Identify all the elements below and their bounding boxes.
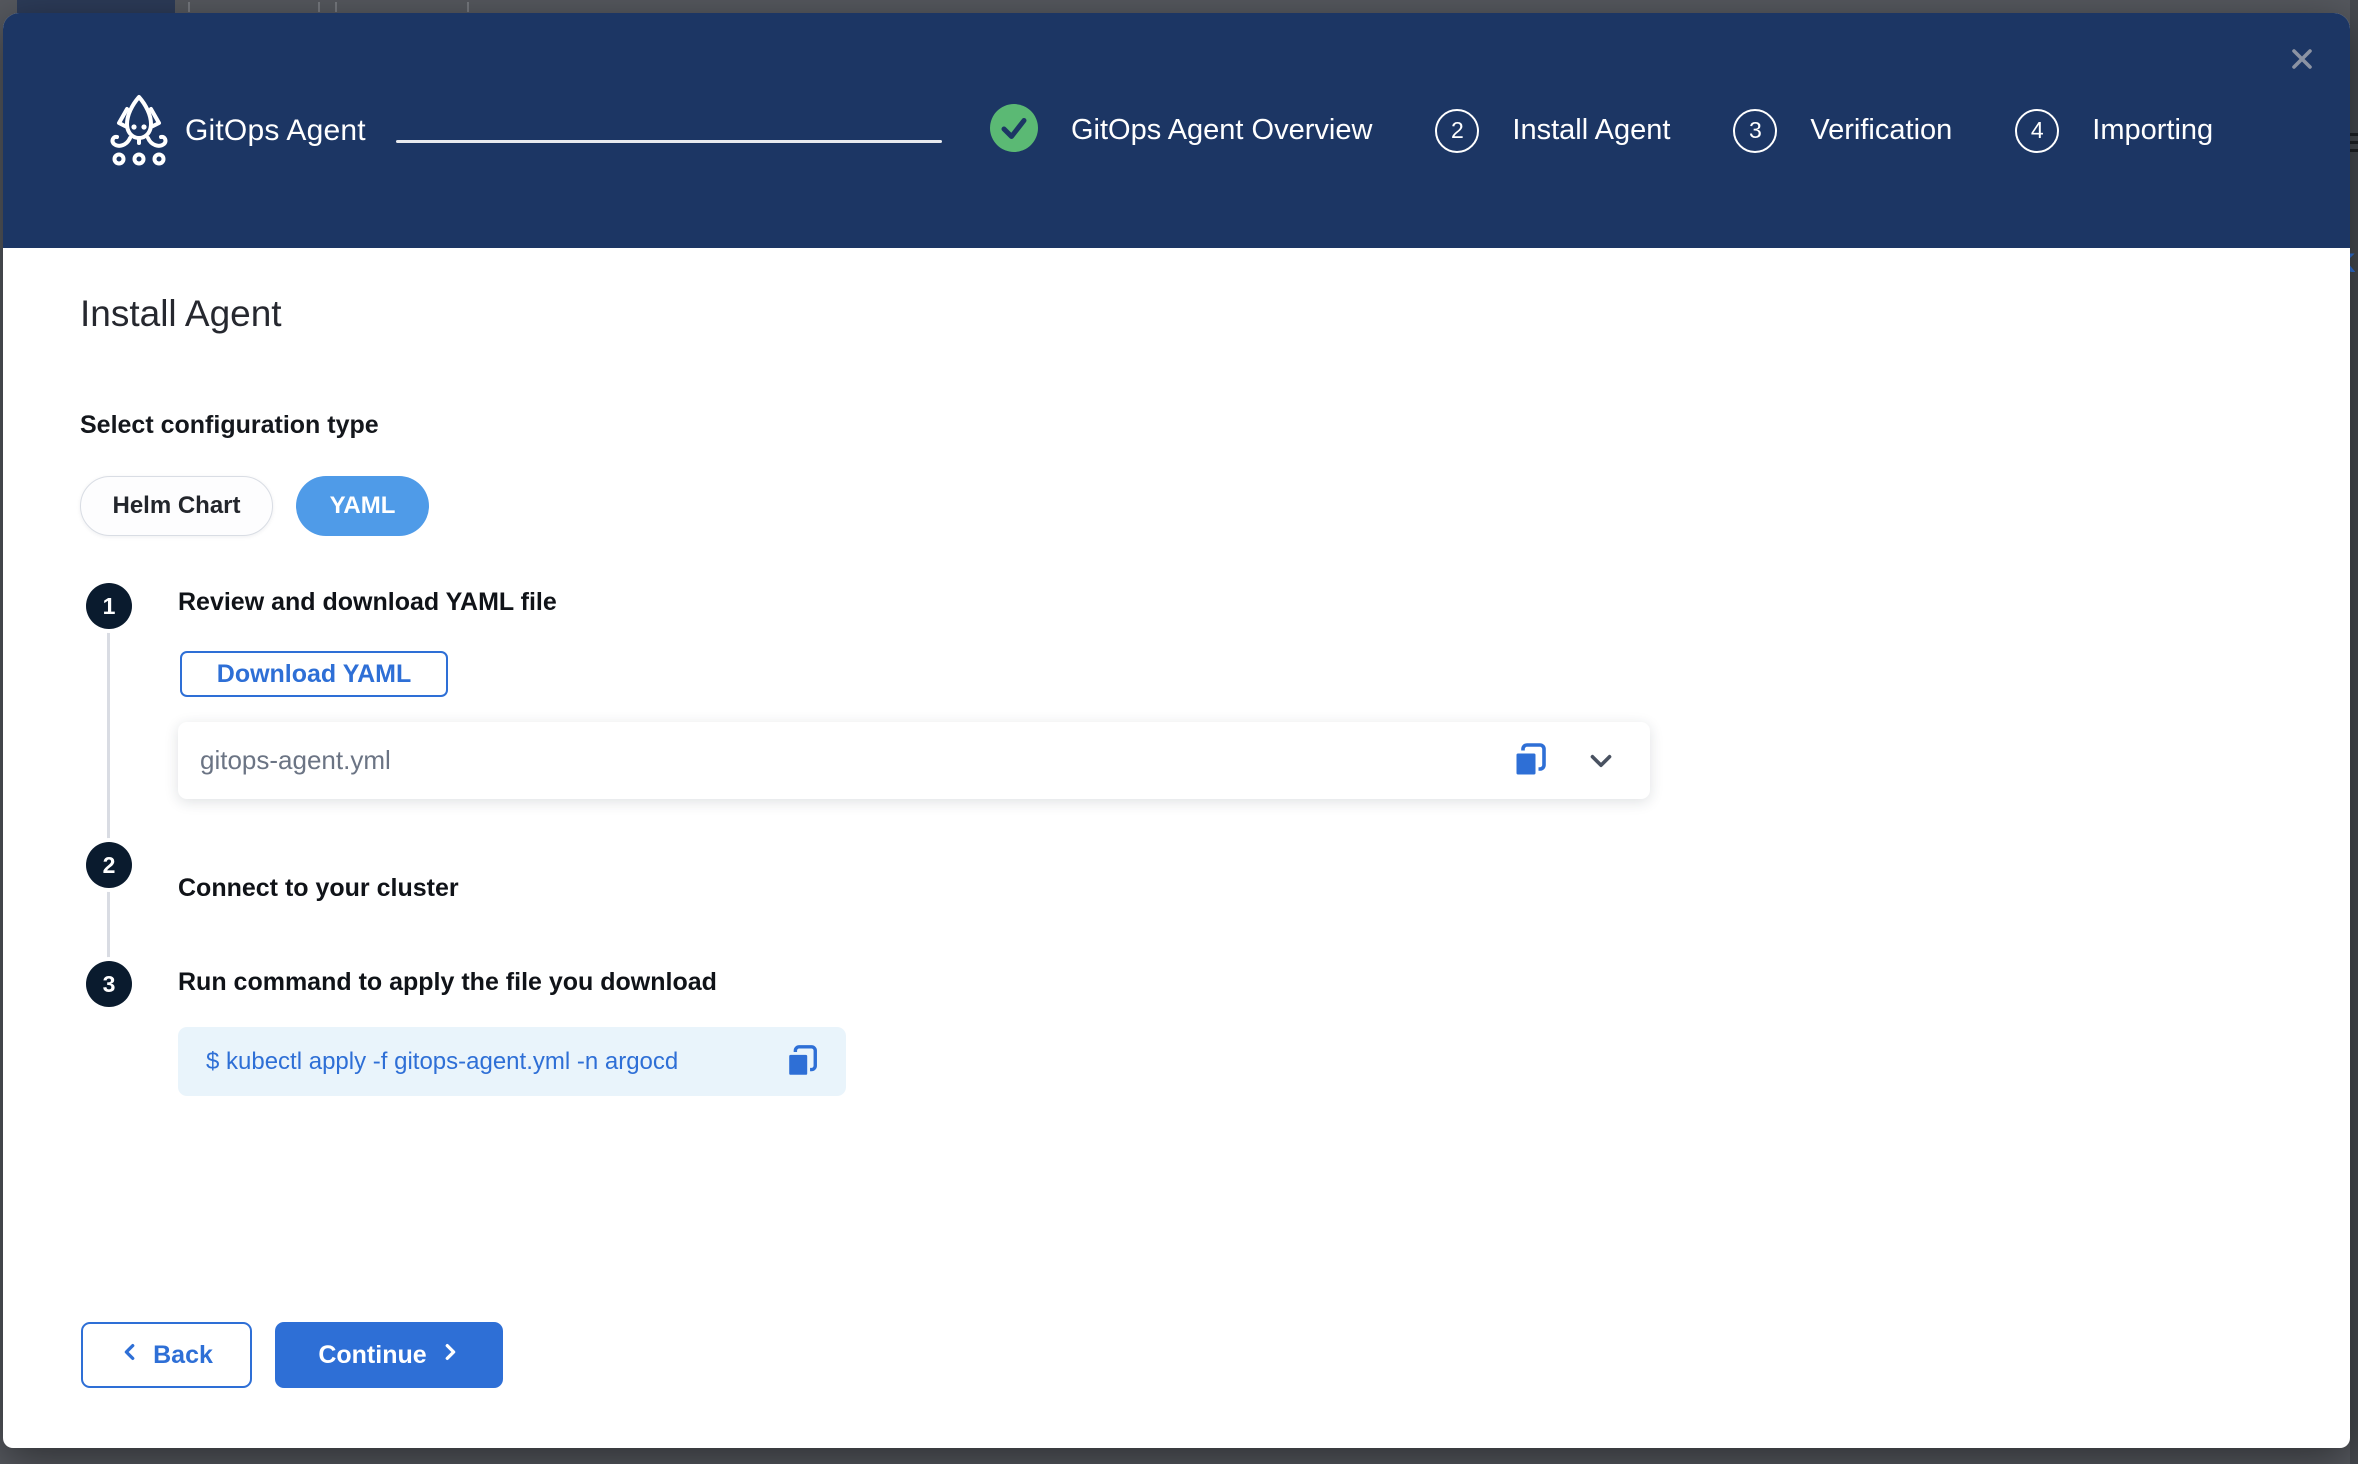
gitops-agent-squid-icon — [97, 93, 181, 172]
body-step-3-badge: 3 — [86, 961, 132, 1007]
chevron-right-icon — [440, 1341, 460, 1370]
yaml-pill[interactable]: YAML — [296, 476, 429, 536]
gitops-agent-wizard-modal: GitOps Agent GitOps Agent Overview 2 Ins… — [3, 13, 2350, 1448]
step-complete-check-icon — [990, 104, 1038, 157]
background-browser-tab — [17, 0, 175, 14]
close-icon[interactable] — [2282, 39, 2322, 79]
header-divider — [396, 140, 942, 143]
config-type-toggle: Helm Chart YAML — [80, 476, 429, 536]
hamburger-icon — [2350, 141, 2358, 144]
background-tab-divider — [335, 2, 337, 12]
copy-icon[interactable] — [1511, 742, 1549, 780]
body-step-2-badge: 2 — [86, 842, 132, 888]
yaml-file-row: gitops-agent.yml — [178, 722, 1650, 799]
yaml-file-name: gitops-agent.yml — [200, 745, 1511, 776]
kubectl-command-text: $ kubectl apply -f gitops-agent.yml -n a… — [206, 1048, 784, 1076]
background-page-edge: K — [2350, 0, 2358, 1464]
background-text-fragment: K — [2350, 248, 2356, 279]
chevron-left-icon — [120, 1341, 140, 1370]
step-number-badge: 2 — [1435, 109, 1479, 153]
chevron-down-icon[interactable] — [1585, 745, 1617, 777]
body-step-1-badge: 1 — [86, 583, 132, 629]
copy-icon[interactable] — [784, 1044, 820, 1080]
config-type-label: Select configuration type — [80, 411, 379, 440]
background-tab-divider — [467, 2, 469, 12]
continue-button[interactable]: Continue — [275, 1322, 503, 1388]
background-tab-divider — [318, 2, 320, 12]
back-button-label: Back — [153, 1341, 213, 1370]
stepper-label: Install Agent — [1512, 114, 1670, 147]
stepper-item-install-agent[interactable]: 2 Install Agent — [1435, 109, 1670, 153]
hamburger-icon — [2350, 149, 2358, 152]
wizard-title: GitOps Agent — [185, 13, 366, 248]
step-2-title: Connect to your cluster — [178, 874, 459, 903]
step-3-title: Run command to apply the file you downlo… — [178, 968, 717, 997]
step-1-title: Review and download YAML file — [178, 588, 557, 617]
helm-chart-pill[interactable]: Helm Chart — [80, 476, 273, 536]
kubectl-command-box: $ kubectl apply -f gitops-agent.yml -n a… — [178, 1027, 846, 1096]
step-number-badge: 3 — [1733, 109, 1777, 153]
wizard-stepper: GitOps Agent Overview 2 Install Agent 3 … — [990, 13, 2213, 248]
download-yaml-button[interactable]: Download YAML — [180, 651, 448, 697]
back-button[interactable]: Back — [81, 1322, 252, 1388]
step-connector-line — [107, 625, 110, 968]
wizard-header: GitOps Agent GitOps Agent Overview 2 Ins… — [3, 13, 2350, 248]
stepper-item-verification[interactable]: 3 Verification — [1733, 109, 1952, 153]
stepper-label: Importing — [2092, 114, 2213, 147]
background-tab-divider — [188, 2, 190, 12]
stepper-label: GitOps Agent Overview — [1071, 114, 1372, 147]
stepper-item-overview[interactable]: GitOps Agent Overview — [990, 104, 1372, 157]
page-title: Install Agent — [80, 293, 282, 335]
step-number-badge: 4 — [2015, 109, 2059, 153]
screen: K — [0, 0, 2358, 1464]
stepper-label: Verification — [1810, 114, 1952, 147]
hamburger-icon — [2350, 133, 2358, 136]
continue-button-label: Continue — [318, 1341, 426, 1370]
stepper-item-importing[interactable]: 4 Importing — [2015, 109, 2213, 153]
